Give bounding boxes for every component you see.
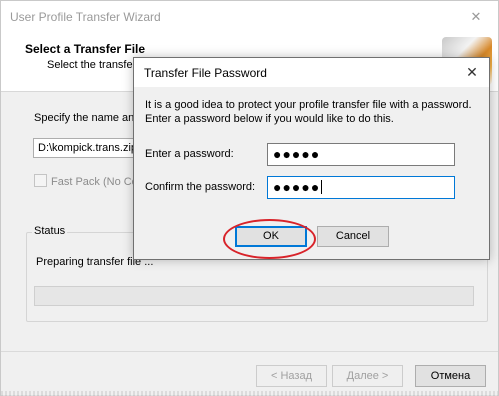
password-dialog: Transfer File Password ✕ It is a good id… <box>133 57 490 260</box>
checkbox-icon <box>34 174 47 187</box>
fast-pack-checkbox[interactable]: Fast Pack (No Co <box>34 174 138 188</box>
specify-file-label: Specify the name and <box>34 112 141 124</box>
dialog-title: Transfer File Password <box>144 66 267 80</box>
confirm-password-input[interactable]: ●●●●● <box>267 176 455 199</box>
bottom-edge <box>1 391 498 396</box>
progress-bar <box>34 286 474 306</box>
confirm-password-label: Confirm the password: <box>145 181 256 193</box>
wizard-header-subtitle: Select the transfer f <box>47 59 143 71</box>
back-button[interactable]: < Назад <box>256 365 327 387</box>
password-input[interactable]: ●●●●● <box>267 143 455 166</box>
footer-divider <box>1 351 498 352</box>
next-button[interactable]: Далее > <box>332 365 403 387</box>
wizard-cancel-button[interactable]: Отмена <box>415 365 486 387</box>
password-label: Enter a password: <box>145 148 234 160</box>
dialog-close-icon[interactable]: ✕ <box>461 62 483 82</box>
password-value: ●●●●● <box>273 146 321 162</box>
dialog-cancel-button[interactable]: Cancel <box>317 226 389 247</box>
status-label: Status <box>32 225 68 237</box>
wizard-title: User Profile Transfer Wizard <box>10 10 161 24</box>
confirm-password-value: ●●●●● <box>273 179 321 195</box>
ok-button[interactable]: OK <box>235 226 307 247</box>
dialog-titlebar: Transfer File Password ✕ <box>134 58 489 87</box>
wizard-close-icon[interactable]: ✕ <box>454 1 498 32</box>
fast-pack-label: Fast Pack (No Co <box>51 176 138 188</box>
text-caret <box>321 180 323 194</box>
dialog-message-line1: It is a good idea to protect your profil… <box>145 99 472 111</box>
wizard-header-title: Select a Transfer File <box>25 42 146 56</box>
dialog-message-line2: Enter a password below if you would like… <box>145 113 394 125</box>
wizard-titlebar: User Profile Transfer Wizard ✕ <box>1 1 498 33</box>
